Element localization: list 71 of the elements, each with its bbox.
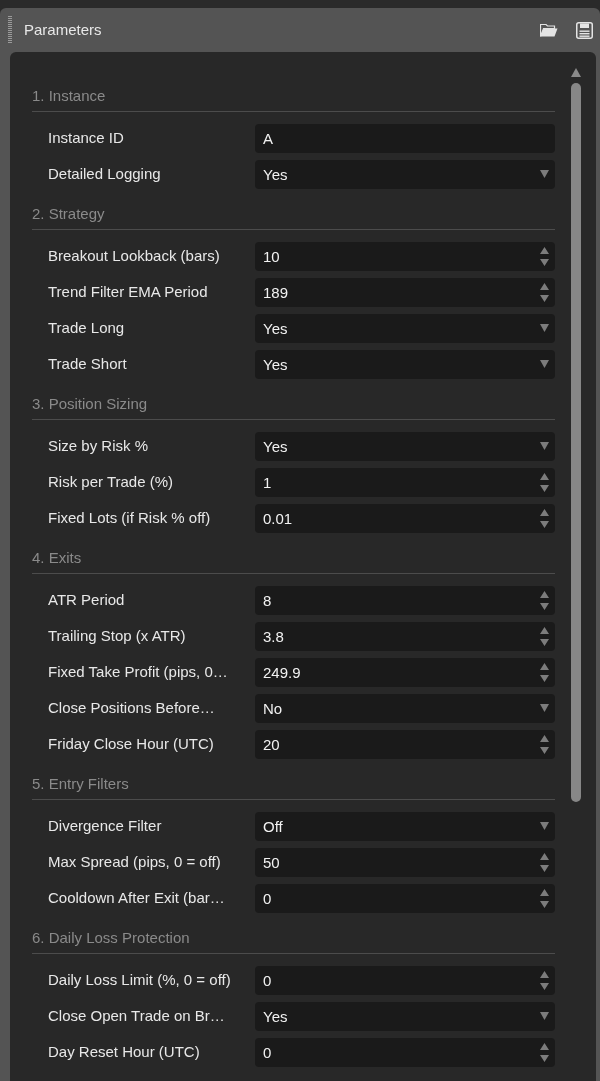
parameter-label: ATR Period — [48, 590, 126, 610]
folder-icon[interactable] — [540, 23, 558, 37]
caret-icon — [540, 822, 549, 830]
number-field[interactable]: 0 — [255, 883, 555, 913]
parameter-label: Trade Long — [48, 318, 126, 338]
parameter-label: Fixed Take Profit (pips, 0… — [48, 662, 229, 682]
dropdown-field[interactable]: Yes — [255, 349, 555, 379]
parameter-label: Fixed Lots (if Risk % off) — [48, 508, 212, 528]
dropdown-field[interactable]: Yes — [255, 431, 555, 461]
parameter-label: Friday Close Hour (UTC) — [48, 734, 215, 754]
spinner-arrows-icon[interactable] — [540, 246, 549, 266]
spinner-arrows-icon[interactable] — [540, 472, 549, 492]
scroll-up-icon[interactable] — [571, 68, 581, 77]
caret-icon — [540, 170, 549, 178]
number-field[interactable]: 8 — [255, 585, 555, 615]
parameter-label: Max Spread (pips, 0 = off) — [48, 852, 222, 872]
number-field[interactable]: 249.9 — [255, 657, 555, 687]
parameter-label: Risk per Trade (%) — [48, 472, 175, 492]
spinner-arrows-icon[interactable] — [540, 626, 549, 646]
section-heading: 1. Instance — [32, 86, 106, 106]
number-field[interactable]: 3.8 — [255, 621, 555, 651]
parameter-label: Cooldown After Exit (bar… — [48, 888, 226, 908]
caret-icon — [540, 442, 549, 450]
parameter-label: Trend Filter EMA Period — [48, 282, 209, 302]
section-heading: 3. Position Sizing — [32, 394, 148, 414]
parameter-label: Close Open Trade on Br… — [48, 1006, 226, 1026]
scrollbar-thumb[interactable] — [571, 83, 581, 802]
parameter-label: Breakout Lookback (bars) — [48, 246, 221, 266]
spinner-arrows-icon[interactable] — [540, 508, 549, 528]
parameter-label: Detailed Logging — [48, 164, 162, 184]
spinner-arrows-icon[interactable] — [540, 734, 549, 754]
spinner-arrows-icon[interactable] — [540, 888, 549, 908]
grip-icon[interactable] — [8, 16, 12, 44]
number-field[interactable]: 0 — [255, 965, 555, 995]
number-field[interactable]: 50 — [255, 847, 555, 877]
save-icon[interactable] — [576, 21, 593, 39]
dropdown-field[interactable]: Yes — [255, 159, 555, 189]
number-field[interactable]: 0.01 — [255, 503, 555, 533]
dropdown-field[interactable]: Yes — [255, 313, 555, 343]
parameter-label: Size by Risk % — [48, 436, 150, 456]
parameter-label: Close Positions Before… — [48, 698, 216, 718]
section-heading: 6. Daily Loss Protection — [32, 928, 190, 948]
dropdown-field[interactable]: No — [255, 693, 555, 723]
parameter-label: Divergence Filter — [48, 816, 163, 836]
text-field[interactable]: A — [255, 123, 555, 153]
caret-icon — [540, 1012, 549, 1020]
number-field[interactable]: 189 — [255, 277, 555, 307]
spinner-arrows-icon[interactable] — [540, 1042, 549, 1062]
number-field[interactable]: 20 — [255, 729, 555, 759]
spinner-arrows-icon[interactable] — [540, 282, 549, 302]
caret-icon — [540, 324, 549, 332]
section-heading: 4. Exits — [32, 548, 82, 568]
number-field[interactable]: 10 — [255, 241, 555, 271]
section-heading: 2. Strategy — [32, 204, 105, 224]
dropdown-field[interactable]: Yes — [255, 1001, 555, 1031]
parameter-label: Trade Short — [48, 354, 128, 374]
section-heading: 5. Entry Filters — [32, 774, 129, 794]
number-field[interactable]: 0 — [255, 1037, 555, 1067]
parameter-label: Instance ID — [48, 128, 125, 148]
panel-title: Parameters — [24, 20, 102, 40]
caret-icon — [540, 360, 549, 368]
parameter-label: Trailing Stop (x ATR) — [48, 626, 187, 646]
spinner-arrows-icon[interactable] — [540, 662, 549, 682]
spinner-arrows-icon[interactable] — [540, 590, 549, 610]
spinner-arrows-icon[interactable] — [540, 852, 549, 872]
dropdown-field[interactable]: Off — [255, 811, 555, 841]
parameter-label: Daily Loss Limit (%, 0 = off) — [48, 970, 232, 990]
spinner-arrows-icon[interactable] — [540, 970, 549, 990]
parameter-label: Day Reset Hour (UTC) — [48, 1042, 201, 1062]
caret-icon — [540, 704, 549, 712]
number-field[interactable]: 1 — [255, 467, 555, 497]
